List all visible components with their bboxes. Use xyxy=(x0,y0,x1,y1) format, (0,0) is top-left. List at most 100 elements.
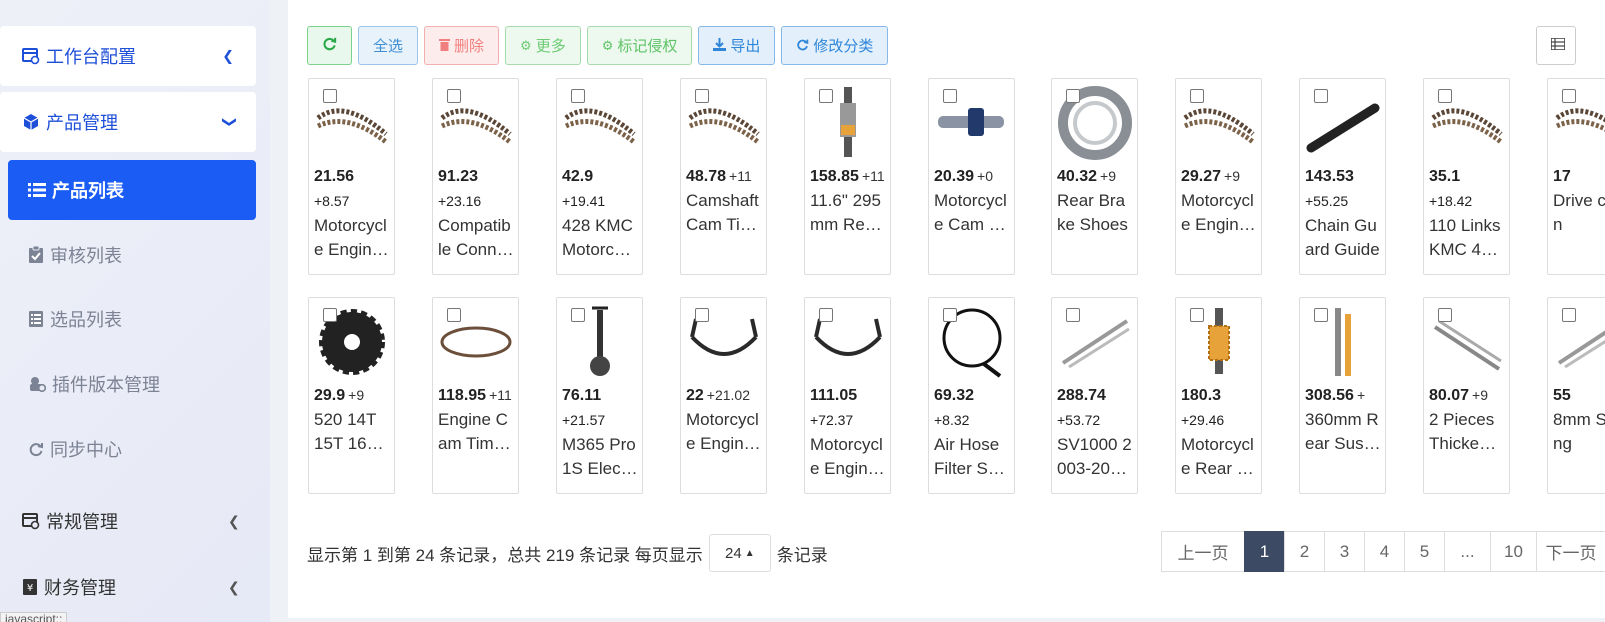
product-card[interactable]: 91.23 +23.16 Compatible Connecting Chain xyxy=(432,78,519,275)
pager-page-1[interactable]: 1 xyxy=(1244,531,1285,572)
product-title[interactable]: SV1000 2003-2007 Fork xyxy=(1057,433,1133,481)
product-title[interactable]: Engine Cam Timing Chain xyxy=(438,408,514,456)
product-card[interactable]: 20.39+0 Motorcycle Cam Chain Tensioner xyxy=(928,78,1015,275)
product-title[interactable]: M365 Pro 1S Electric Scooter xyxy=(562,433,638,481)
product-price-value: 180.3 xyxy=(1181,387,1222,404)
product-card[interactable]: 118.95+11 Engine Cam Timing Chain xyxy=(432,297,519,494)
pagination-summary: 显示第 1 到第 24 条记录，总共 219 条记录 每页显示 xyxy=(307,545,703,565)
product-checkbox[interactable] xyxy=(1066,308,1080,322)
product-card[interactable]: 22+21.02 Motorcycle Engine Guard xyxy=(680,297,767,494)
product-title[interactable]: 8mm Spring xyxy=(1553,408,1605,456)
product-card[interactable]: 29.27+9 Motorcycle Engine Cam Chain xyxy=(1175,78,1262,275)
product-title[interactable]: 110 Links KMC 428 Chain xyxy=(1429,214,1505,262)
refresh-button[interactable] xyxy=(307,26,352,65)
product-price-value: 69.32 xyxy=(934,387,975,404)
product-title[interactable]: Motorcycle Rear Shock xyxy=(1181,433,1257,481)
product-title[interactable]: 428 KMC Motorcycle Chain xyxy=(562,214,638,262)
product-card[interactable]: 158.85+11 11.6" 295 mm Rear Shock xyxy=(804,78,891,275)
pager-prev-button[interactable]: 上一页 xyxy=(1161,531,1245,572)
pager-ellipsis[interactable]: ... xyxy=(1444,531,1491,572)
change-category-button[interactable]: 修改分类 xyxy=(781,26,889,65)
product-checkbox[interactable] xyxy=(323,89,337,103)
product-checkbox[interactable] xyxy=(695,89,709,103)
select-all-button[interactable]: 全选 xyxy=(358,26,419,65)
product-checkbox[interactable] xyxy=(1438,308,1452,322)
product-title[interactable]: Drive chain xyxy=(1553,189,1605,237)
menu-finance-management[interactable]: ¥ 财务管理 ❮ xyxy=(22,574,240,600)
product-card[interactable]: 40.32 +9 Rear Brake Shoes xyxy=(1051,78,1138,275)
product-checkbox[interactable] xyxy=(571,89,585,103)
product-card[interactable]: 308.56+360mm Rear Suspension xyxy=(1299,297,1386,494)
export-button[interactable]: 导出 xyxy=(698,26,776,65)
menu-sync-center[interactable]: 同步中心 xyxy=(28,436,122,462)
product-checkbox[interactable] xyxy=(1562,89,1576,103)
product-checkbox[interactable] xyxy=(943,308,957,322)
product-checkbox[interactable] xyxy=(1066,89,1080,103)
product-card[interactable]: 143.53 +55.25 Chain Guard Guide xyxy=(1299,78,1386,275)
mark-infringement-button[interactable]: ⚙ 标记侵权 xyxy=(586,26,693,65)
menu-product-list[interactable]: 产品列表 xyxy=(8,160,256,220)
product-card[interactable]: 55 8mm Spring xyxy=(1547,297,1605,494)
product-checkbox[interactable] xyxy=(695,308,709,322)
product-card[interactable]: 76.11 +21.57 M365 Pro 1S Electric Scooter xyxy=(556,297,643,494)
product-card[interactable]: 35.1 +18.42 110 Links KMC 428 Chain xyxy=(1423,78,1510,275)
product-checkbox[interactable] xyxy=(819,89,833,103)
product-card[interactable]: 111.05 +72.37 Motorcycle Engine Guard Bar xyxy=(804,297,891,494)
product-card[interactable]: 180.3 +29.46 Motorcycle Rear Shock xyxy=(1175,297,1262,494)
product-image[interactable] xyxy=(1552,83,1605,163)
product-title[interactable]: Rear Brake Shoes xyxy=(1057,189,1133,237)
product-price-diff: +19.41 xyxy=(562,193,606,209)
product-title[interactable]: 360mm Rear Suspension xyxy=(1305,408,1381,456)
product-image[interactable] xyxy=(1552,302,1605,382)
menu-plugin-version[interactable]: 插件版本管理 xyxy=(28,371,160,397)
product-checkbox[interactable] xyxy=(943,89,957,103)
product-checkbox[interactable] xyxy=(819,308,833,322)
pager-page-10[interactable]: 10 xyxy=(1490,531,1537,572)
product-title[interactable]: Chain Guard Guide xyxy=(1305,214,1381,262)
product-title[interactable]: 520 14T 15T 16T Sprocket xyxy=(314,408,390,456)
page-size-select[interactable]: 24 ▲ xyxy=(708,534,771,572)
product-card[interactable]: 42.9 +19.41 428 KMC Motorcycle Chain xyxy=(556,78,643,275)
column-toggle-button[interactable] xyxy=(1536,26,1576,65)
product-card[interactable]: 17 Drive chain xyxy=(1547,78,1605,275)
product-checkbox[interactable] xyxy=(1190,89,1204,103)
product-title[interactable]: Air Hose Filter System xyxy=(934,433,1010,481)
menu-product-management[interactable]: 产品管理 ❮ xyxy=(0,92,256,152)
menu-workbench-config[interactable]: 工作台配置 ❮ xyxy=(0,26,256,86)
product-title[interactable]: Motorcycle Cam Chain Tensioner xyxy=(934,189,1010,237)
pager-page-5[interactable]: 5 xyxy=(1404,531,1445,572)
pager-page-3[interactable]: 3 xyxy=(1324,531,1365,572)
pager-next-button[interactable]: 下一页 xyxy=(1536,531,1605,572)
product-checkbox[interactable] xyxy=(1314,308,1328,322)
product-checkbox[interactable] xyxy=(1562,308,1576,322)
pager-page-2[interactable]: 2 xyxy=(1284,531,1325,572)
product-checkbox[interactable] xyxy=(1314,89,1328,103)
product-checkbox[interactable] xyxy=(447,89,461,103)
product-card[interactable]: 48.78+11 Camshaft Cam Timing Chain xyxy=(680,78,767,275)
product-title[interactable]: Compatible Connecting Chain xyxy=(438,214,514,262)
menu-review-list[interactable]: 审核列表 xyxy=(28,242,122,268)
menu-general-management[interactable]: 常规管理 ❮ xyxy=(22,508,240,534)
list-icon xyxy=(1550,36,1566,55)
product-card[interactable]: 29.9+9 520 14T 15T 16T Sprocket xyxy=(308,297,395,494)
product-title[interactable]: 2 Pieces Thicken Fork Tubes xyxy=(1429,408,1505,456)
product-title[interactable]: Motorcycle Engine Cam Chain xyxy=(1181,189,1257,237)
product-card[interactable]: 80.07+9 2 Pieces Thicken Fork Tubes xyxy=(1423,297,1510,494)
product-title[interactable]: Motorcycle Engine Cam Timing Chain xyxy=(314,214,390,262)
product-card[interactable]: 288.74 +53.72 SV1000 2003-2007 Fork xyxy=(1051,297,1138,494)
product-card[interactable]: 69.32 +8.32 Air Hose Filter System xyxy=(928,297,1015,494)
product-title[interactable]: Motorcycle Engine Guard Bar xyxy=(810,433,886,481)
product-title[interactable]: Motorcycle Engine Guard xyxy=(686,408,762,456)
product-checkbox[interactable] xyxy=(447,308,461,322)
product-checkbox[interactable] xyxy=(1438,89,1452,103)
product-checkbox[interactable] xyxy=(1190,308,1204,322)
product-title[interactable]: 11.6" 295 mm Rear Shock xyxy=(810,189,886,237)
product-card[interactable]: 21.56 +8.57 Motorcycle Engine Cam Timing C… xyxy=(308,78,395,275)
pager-page-4[interactable]: 4 xyxy=(1364,531,1405,572)
more-button[interactable]: ⚙ 更多 xyxy=(505,26,581,65)
menu-selection-list[interactable]: 选品列表 xyxy=(28,306,122,332)
product-title[interactable]: Camshaft Cam Timing Chain xyxy=(686,189,762,237)
product-checkbox[interactable] xyxy=(323,308,337,322)
product-checkbox[interactable] xyxy=(571,308,585,322)
delete-button[interactable]: 删除 xyxy=(424,26,500,65)
